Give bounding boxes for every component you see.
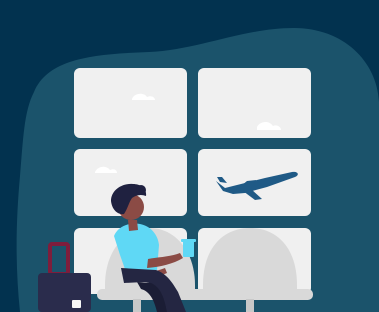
traveler-neck (128, 220, 138, 231)
window-panel (198, 68, 311, 138)
traveler-hair-bun (136, 185, 146, 195)
illustration-canvas (0, 0, 379, 312)
suitcase-tag (72, 300, 81, 308)
coffee-cup-icon (183, 241, 194, 257)
window-panel (74, 68, 187, 138)
airport-waiting-illustration (0, 0, 379, 312)
suitcase-body (38, 273, 91, 312)
background-blob (16, 28, 379, 312)
coffee-cup-lid (181, 239, 196, 242)
bench-leg (246, 299, 254, 312)
bench-leg (133, 299, 141, 312)
bench-base (97, 289, 313, 300)
